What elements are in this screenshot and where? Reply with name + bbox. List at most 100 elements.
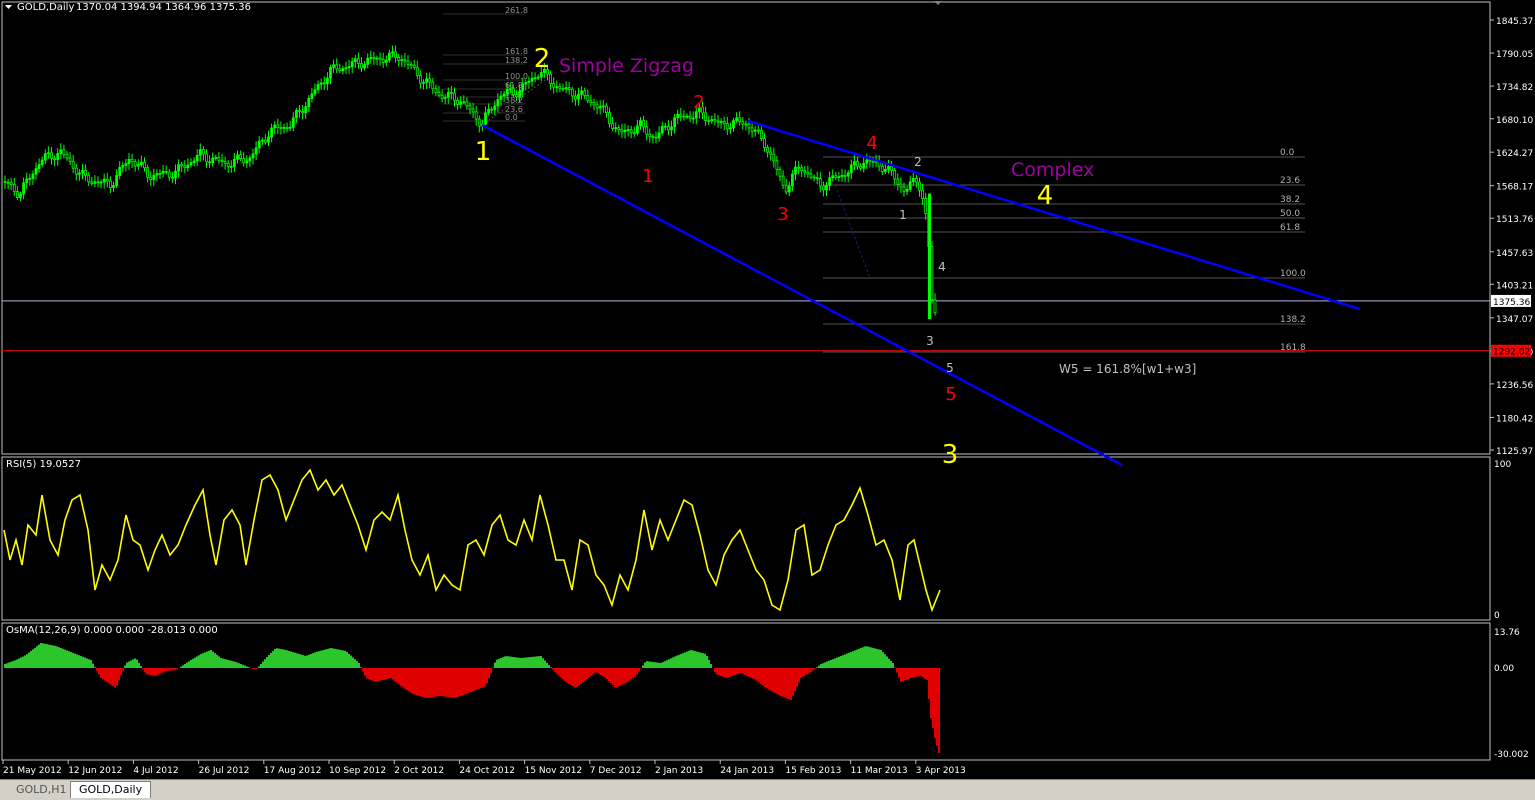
osma-bar — [840, 656, 842, 668]
osma-bar — [620, 668, 622, 686]
osma-bar — [516, 657, 518, 668]
candle-body — [742, 122, 744, 124]
candle-body — [168, 172, 170, 177]
osma-bar — [582, 668, 584, 682]
osma-bar — [414, 668, 416, 695]
osma-bar — [118, 668, 120, 681]
osma-bar — [930, 668, 932, 718]
chart-canvas[interactable]: 1845.371790.051734.821680.101624.271568.… — [0, 0, 1535, 779]
osma-bar — [760, 668, 762, 684]
osma-bar — [104, 668, 106, 681]
candle-body — [556, 87, 558, 88]
candle-body — [289, 127, 291, 128]
osma-bar — [392, 668, 394, 680]
candle-body — [457, 100, 459, 104]
candle-body — [599, 107, 601, 108]
osma-bar — [830, 660, 832, 668]
osma-bar — [114, 668, 116, 687]
ohlc-values: 1370.04 1394.94 1364.96 1375.36 — [76, 2, 251, 13]
candle-body — [770, 152, 772, 154]
osma-bar — [636, 668, 638, 675]
osma-bar — [10, 662, 12, 668]
osma-bar — [180, 667, 182, 668]
tab-gold-h1[interactable]: GOLD,H1 — [8, 782, 75, 798]
candle-body — [826, 185, 828, 189]
osma-bar — [334, 649, 336, 668]
osma-bar — [292, 652, 294, 668]
candle-body — [35, 169, 37, 175]
candle-body — [122, 165, 124, 167]
osma-bar — [860, 648, 862, 668]
osma-bar — [866, 646, 868, 668]
candle-body — [209, 162, 211, 163]
osma-bar — [34, 648, 36, 668]
candle-body — [398, 57, 400, 60]
candle-body — [847, 173, 849, 176]
osma-bar — [938, 668, 940, 753]
osma-bar — [146, 668, 148, 674]
osma-bar — [500, 658, 502, 668]
osma-bar — [230, 661, 232, 668]
osma-bar — [820, 664, 822, 668]
osma-bar — [898, 668, 900, 677]
osma-bar — [444, 668, 446, 697]
candle-body — [38, 165, 40, 169]
osma-bar — [738, 668, 740, 674]
osma-bar — [152, 668, 154, 675]
osma-bar — [546, 663, 548, 668]
candle-body — [134, 162, 136, 166]
candle-body — [478, 119, 480, 126]
candle-body — [401, 60, 403, 61]
osma-bar — [774, 668, 776, 693]
date-tick-label: 24 Jan 2013 — [720, 766, 774, 776]
candle-body — [841, 175, 843, 176]
candle-body — [488, 109, 490, 113]
osma-bar — [356, 661, 358, 668]
osma-bar — [678, 655, 680, 668]
candle-body — [382, 59, 384, 62]
osma-bar — [366, 668, 368, 678]
osma-bar — [804, 668, 806, 676]
candle-body — [720, 121, 722, 122]
osma-bar — [448, 668, 450, 697]
osma-bar — [798, 668, 800, 682]
osma-bar — [182, 665, 184, 668]
osma-bar — [338, 650, 340, 668]
candle-body — [426, 79, 428, 82]
candle-body — [587, 95, 589, 100]
osma-bar — [664, 661, 666, 668]
osma-bar — [890, 661, 892, 668]
candle-body — [330, 67, 332, 78]
osma-bar — [558, 668, 560, 676]
osma-bar — [384, 668, 386, 680]
osma-bar — [364, 668, 366, 676]
candle-body — [894, 170, 896, 179]
fib-right-level-label: 0.0 — [1280, 148, 1295, 158]
candle-body — [850, 165, 852, 173]
candle-body — [677, 114, 679, 118]
price-tick-label: 1734.82 — [1496, 83, 1533, 93]
candle-body — [565, 88, 567, 89]
osma-bar — [18, 659, 20, 669]
osma-bar — [48, 645, 50, 668]
candle-body — [286, 127, 288, 128]
tab-gold-daily[interactable]: GOLD,Daily — [70, 781, 151, 798]
osma-bar — [210, 650, 212, 668]
candle-body — [922, 190, 924, 198]
wave-label-yellow: 2 — [534, 44, 551, 74]
wave-label-grey: 3 — [926, 334, 934, 348]
osma-bar — [674, 656, 676, 668]
osma-bar — [882, 652, 884, 668]
osma-bar — [708, 660, 710, 668]
candle-body — [516, 95, 518, 97]
candle-body — [156, 173, 158, 175]
candle-body — [500, 96, 502, 99]
candle-body — [553, 83, 555, 87]
osma-bar — [396, 668, 398, 683]
osma-bar — [554, 668, 556, 672]
osma-bar — [368, 668, 370, 679]
osma-bar — [758, 668, 760, 682]
osma-bar — [400, 668, 402, 686]
osma-bar — [916, 668, 918, 677]
osma-bar — [580, 668, 582, 684]
